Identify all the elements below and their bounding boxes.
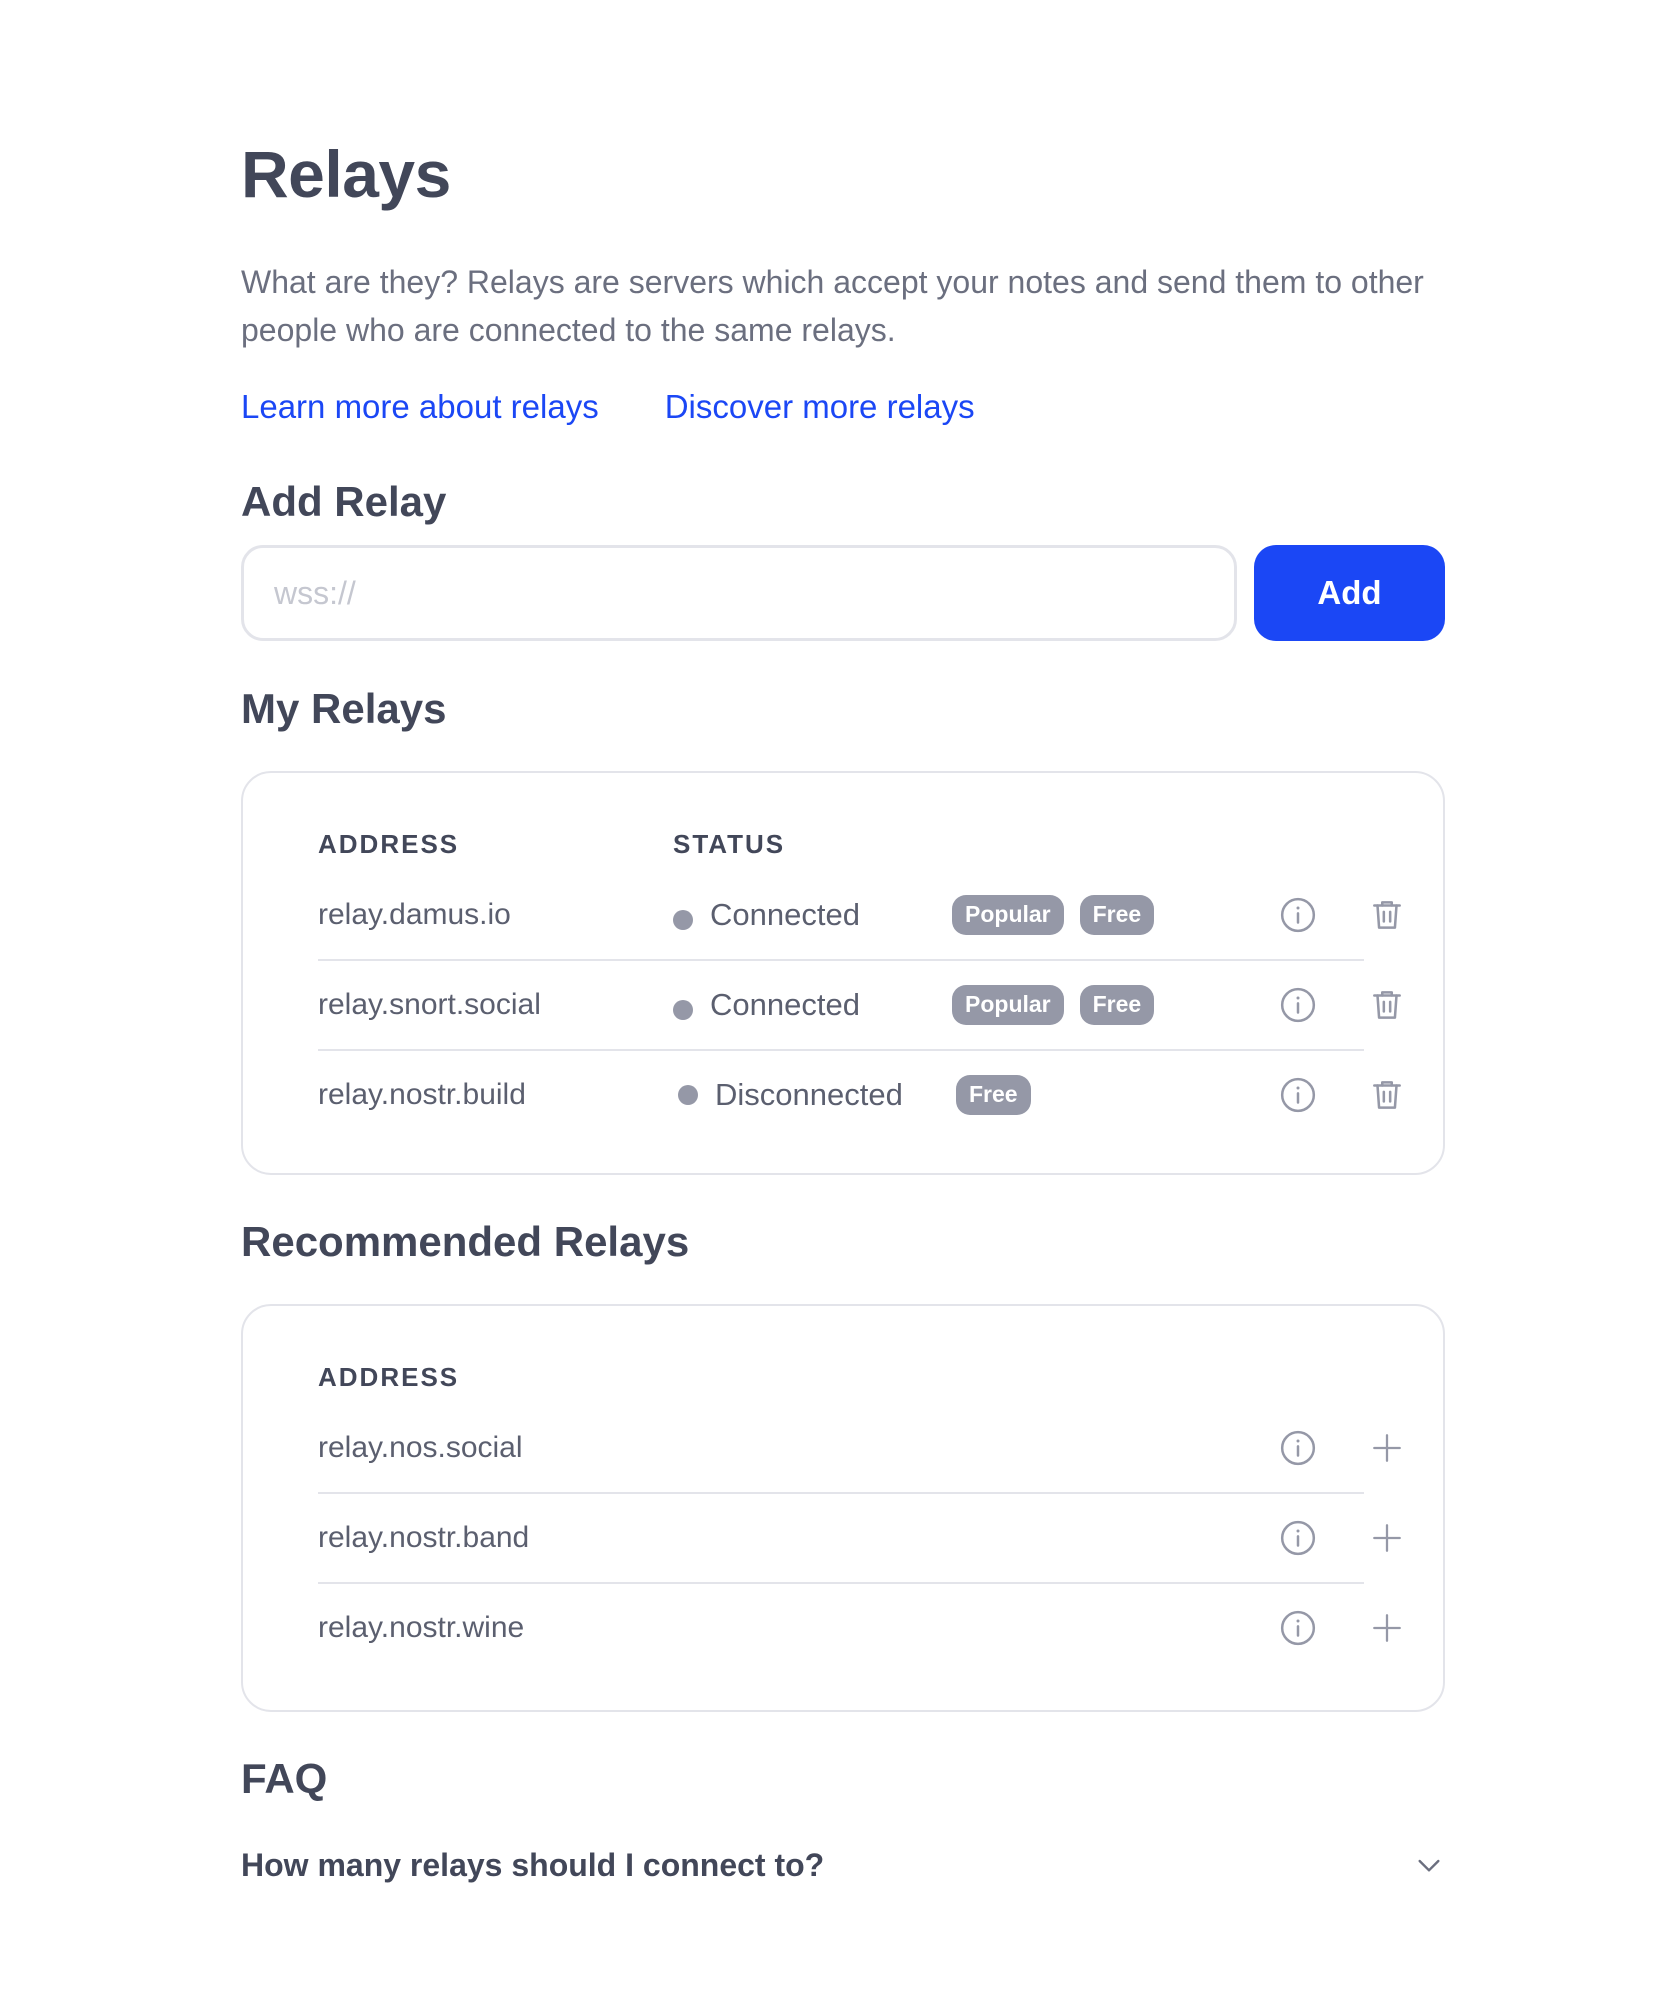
relay-status: Connected (673, 961, 860, 1049)
relay-address: relay.damus.io (318, 898, 511, 931)
status-text: Connected (710, 987, 860, 1022)
delete-relay-button[interactable] (1343, 871, 1431, 959)
table-row: relay.nostr.band (318, 1494, 1401, 1584)
faq-question: How many relays should I connect to? (241, 1846, 825, 1883)
column-header-address: ADDRESS (318, 829, 460, 859)
relay-status: Connected (673, 871, 860, 959)
trash-icon (1373, 991, 1401, 1019)
status-dot (678, 1085, 698, 1105)
add-recommended-relay-button[interactable] (1343, 1494, 1431, 1582)
info-button[interactable] (1254, 871, 1342, 959)
table-row: relay.snort.social Connected Popular Fre… (318, 961, 1401, 1051)
plus-icon (1373, 1524, 1401, 1552)
my-relays-card: ADDRESS STATUS relay.damus.io Connected … (241, 771, 1445, 1175)
plus-icon (1373, 1434, 1401, 1462)
relay-address: relay.snort.social (318, 988, 541, 1021)
table-row: relay.nostr.build Disconnected Free (318, 1051, 1401, 1139)
recommended-relays-card: ADDRESS relay.nos.social relay.nostr.ban… (241, 1304, 1445, 1712)
table-row: relay.damus.io Connected Popular Free (318, 871, 1401, 961)
status-dot (673, 910, 693, 930)
column-header-address: ADDRESS (318, 1362, 460, 1392)
relay-url-input[interactable] (241, 545, 1237, 641)
relay-badges: Popular Free (952, 871, 1155, 959)
delete-relay-button[interactable] (1343, 1051, 1431, 1139)
add-recommended-relay-button[interactable] (1343, 1404, 1431, 1492)
my-relays-heading: My Relays (241, 685, 447, 732)
status-dot (673, 1000, 693, 1020)
delete-relay-button[interactable] (1343, 961, 1431, 1049)
recommended-relays-heading: Recommended Relays (241, 1218, 690, 1265)
info-circle-icon (1280, 1430, 1316, 1466)
trash-icon (1373, 1081, 1401, 1109)
info-circle-icon (1280, 897, 1316, 933)
status-text: Connected (710, 897, 860, 932)
chevron-down-icon (1418, 1859, 1440, 1872)
status-badge: Popular (952, 985, 1064, 1025)
discover-relays-link[interactable]: Discover more relays (665, 388, 975, 426)
relay-badges: Free (956, 1051, 1031, 1139)
relay-status: Disconnected (678, 1051, 903, 1139)
info-button[interactable] (1254, 1051, 1342, 1139)
faq-heading: FAQ (241, 1755, 328, 1802)
faq-item[interactable]: How many relays should I connect to? (241, 1840, 1445, 1890)
relay-badges: Popular Free (952, 961, 1155, 1049)
info-circle-icon (1280, 987, 1316, 1023)
relay-address: relay.nostr.wine (318, 1611, 525, 1644)
learn-more-link[interactable]: Learn more about relays (241, 388, 599, 426)
page-description: What are they? Relays are servers which … (241, 264, 1424, 348)
relay-address: relay.nostr.build (318, 1078, 526, 1111)
plus-icon (1373, 1614, 1401, 1642)
add-relay-button[interactable]: Add (1254, 545, 1445, 641)
info-button[interactable] (1254, 1584, 1342, 1672)
info-circle-icon (1280, 1520, 1316, 1556)
status-badge: Popular (952, 895, 1064, 935)
status-badge: Free (1079, 985, 1155, 1025)
status-text: Disconnected (715, 1077, 903, 1112)
relay-address: relay.nostr.band (318, 1521, 530, 1554)
help-links: Learn more about relays Discover more re… (241, 388, 975, 426)
status-badge: Free (956, 1075, 1031, 1115)
table-row: relay.nostr.wine (318, 1584, 1401, 1672)
relays-page: Relays What are they? Relays are servers… (0, 0, 1680, 2010)
info-button[interactable] (1254, 1404, 1342, 1492)
info-circle-icon (1280, 1077, 1316, 1113)
info-button[interactable] (1254, 961, 1342, 1049)
add-recommended-relay-button[interactable] (1343, 1584, 1431, 1672)
add-relay-heading: Add Relay (241, 478, 447, 525)
column-header-status: STATUS (673, 829, 786, 859)
page-title: Relays (241, 137, 451, 211)
info-circle-icon (1280, 1610, 1316, 1646)
relay-address: relay.nos.social (318, 1431, 523, 1464)
trash-icon (1373, 901, 1401, 929)
status-badge: Free (1079, 895, 1155, 935)
info-button[interactable] (1254, 1494, 1342, 1582)
add-relay-form: Add (241, 545, 1445, 641)
table-row: relay.nos.social (318, 1404, 1401, 1494)
